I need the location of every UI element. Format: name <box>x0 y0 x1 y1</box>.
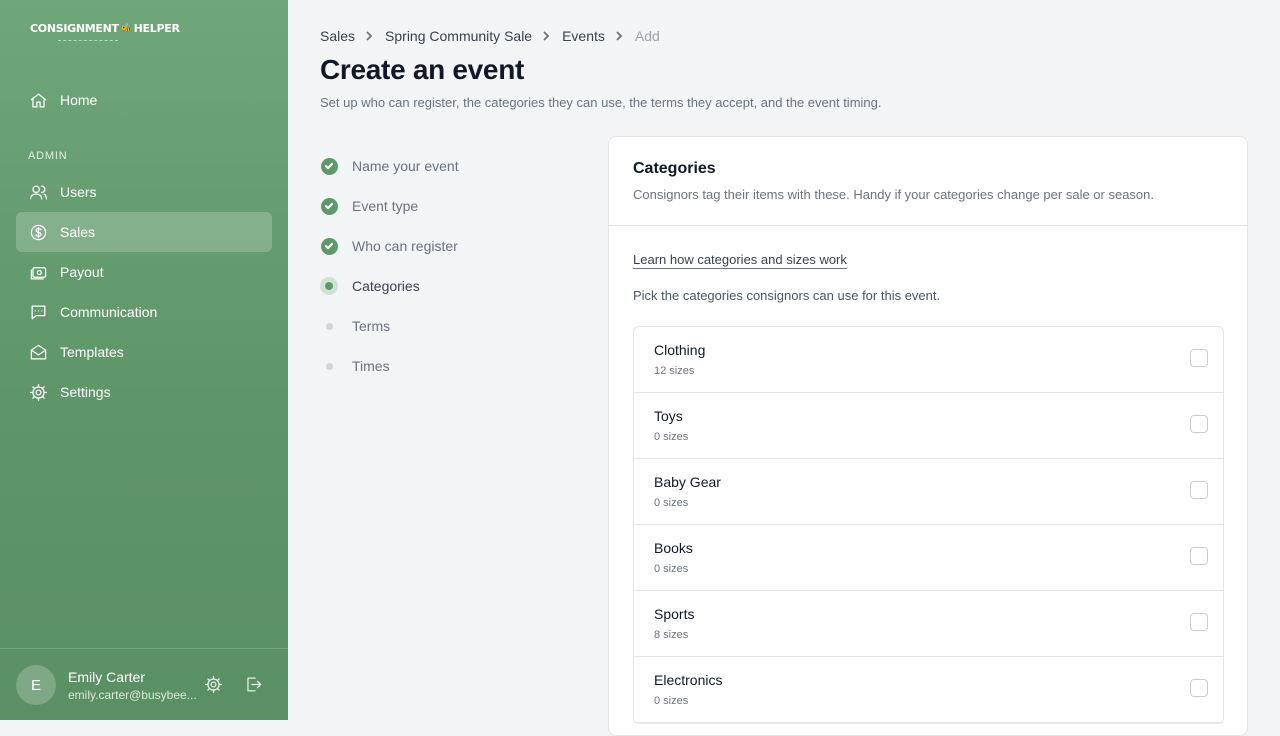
step-who-can-register[interactable]: Who can register <box>320 236 458 256</box>
category-size-count: 0 sizes <box>654 695 689 707</box>
user-email: emily.carter@busybee... <box>68 688 197 702</box>
pending-step-icon <box>325 322 333 330</box>
step-label: Terms <box>352 318 391 334</box>
category-size-count: 0 sizes <box>654 563 689 575</box>
sidebar-item-label: Payout <box>60 264 104 280</box>
category-size-count: 0 sizes <box>654 431 689 443</box>
step-label: Times <box>352 358 390 374</box>
dollar-circle-icon <box>28 222 48 242</box>
chat-icon <box>28 302 48 322</box>
check-circle-icon <box>320 237 338 255</box>
current-step-icon <box>320 277 338 295</box>
breadcrumb-sales[interactable]: Sales <box>320 28 355 44</box>
category-row-books[interactable]: Books 0 sizes <box>634 525 1223 591</box>
step-label: Who can register <box>352 238 458 254</box>
category-row-baby-gear[interactable]: Baby Gear 0 sizes <box>634 459 1223 525</box>
check-circle-icon <box>320 197 338 215</box>
step-categories[interactable]: Categories <box>320 276 420 296</box>
mail-icon <box>28 342 48 362</box>
chevron-right-icon <box>540 29 554 43</box>
category-checkbox[interactable] <box>1190 349 1208 367</box>
users-icon <box>28 182 48 202</box>
user-name: Emily Carter <box>68 669 146 685</box>
sidebar-item-payout[interactable]: Payout <box>16 252 272 292</box>
sidebar-item-label: Templates <box>60 344 124 360</box>
category-row-sports[interactable]: Sports 8 sizes <box>634 591 1223 657</box>
sidebar-item-label: Users <box>60 184 97 200</box>
category-size-count: 0 sizes <box>654 497 689 509</box>
categories-card: Categories Consignors tag their items wi… <box>608 136 1248 736</box>
step-label: Name your event <box>352 158 459 174</box>
category-checkbox[interactable] <box>1190 679 1208 697</box>
check-circle-icon <box>320 157 338 175</box>
step-label: Categories <box>352 278 420 294</box>
category-checkbox[interactable] <box>1190 613 1208 631</box>
sidebar-item-label: Settings <box>60 384 111 400</box>
chevron-right-icon <box>613 29 627 43</box>
step-event-type[interactable]: Event type <box>320 196 418 216</box>
avatar[interactable]: E <box>16 665 56 705</box>
sidebar-section-label: ADMIN <box>28 150 68 162</box>
category-name: Books <box>654 540 693 556</box>
sidebar-item-templates[interactable]: Templates <box>16 332 272 372</box>
sidebar-item-label: Communication <box>60 304 158 320</box>
category-size-count: 12 sizes <box>654 365 695 377</box>
logo-underline <box>58 36 118 41</box>
logo-text-right: HELPER <box>133 22 180 35</box>
category-row-clothing[interactable]: Clothing 12 sizes <box>634 327 1223 393</box>
step-terms[interactable]: Terms <box>320 316 390 336</box>
category-checkbox[interactable] <box>1190 481 1208 499</box>
category-size-count: 8 sizes <box>654 629 689 641</box>
user-profile: E Emily Carter emily.carter@busybee... <box>0 648 288 721</box>
step-name-your-event[interactable]: Name your event <box>320 156 459 176</box>
sidebar-item-communication[interactable]: Communication <box>16 292 272 332</box>
category-name: Electronics <box>654 672 723 688</box>
instruction-text: Pick the categories consignors can use f… <box>633 288 941 303</box>
payout-icon <box>28 262 48 282</box>
category-checkbox[interactable] <box>1190 415 1208 433</box>
category-name: Sports <box>654 606 695 622</box>
sidebar-item-users[interactable]: Users <box>16 172 272 212</box>
category-checkbox[interactable] <box>1190 547 1208 565</box>
pending-step-icon <box>325 362 333 370</box>
breadcrumb-events[interactable]: Events <box>562 28 605 44</box>
breadcrumb-current: Add <box>634 28 660 44</box>
category-list: Clothing 12 sizes Toys 0 sizes Baby Gear… <box>633 326 1224 724</box>
step-label: Event type <box>352 198 419 214</box>
sidebar-item-settings[interactable]: Settings <box>16 372 272 412</box>
category-row-toys[interactable]: Toys 0 sizes <box>634 393 1223 459</box>
sidebar-item-label: Home <box>60 92 98 108</box>
sidebar-item-sales[interactable]: Sales <box>16 212 272 252</box>
bee-icon: 🐝 <box>120 23 132 34</box>
page-subtitle: Set up who can register, the categories … <box>320 95 882 110</box>
sidebar: CONSIGNMENT 🐝 HELPER Home ADMIN Users Sa… <box>0 0 288 720</box>
category-name: Baby Gear <box>654 474 721 490</box>
gear-icon <box>204 675 223 694</box>
category-name: Toys <box>654 408 683 424</box>
account-settings-button[interactable] <box>204 675 224 695</box>
category-row-electronics[interactable]: Electronics 0 sizes <box>634 657 1223 723</box>
logout-button[interactable] <box>244 675 264 695</box>
learn-categories-link[interactable]: Learn how categories and sizes work <box>633 252 847 269</box>
chevron-right-icon <box>363 29 377 43</box>
sidebar-item-home[interactable]: Home <box>16 80 272 120</box>
breadcrumb-sale[interactable]: Spring Community Sale <box>385 28 532 44</box>
card-description: Consignors tag their items with these. H… <box>633 187 1154 202</box>
category-name: Clothing <box>654 342 706 358</box>
page-title: Create an event <box>320 54 525 85</box>
home-icon <box>28 90 48 110</box>
step-times[interactable]: Times <box>320 356 390 376</box>
logo-text-left: CONSIGNMENT <box>30 22 119 35</box>
gear-icon <box>28 382 48 402</box>
breadcrumb: Sales Spring Community Sale Events Add <box>320 28 660 44</box>
divider <box>609 225 1247 226</box>
app-logo[interactable]: CONSIGNMENT 🐝 HELPER <box>30 22 180 41</box>
logout-icon <box>247 677 262 692</box>
card-title: Categories <box>633 160 716 177</box>
sidebar-item-label: Sales <box>60 224 96 240</box>
